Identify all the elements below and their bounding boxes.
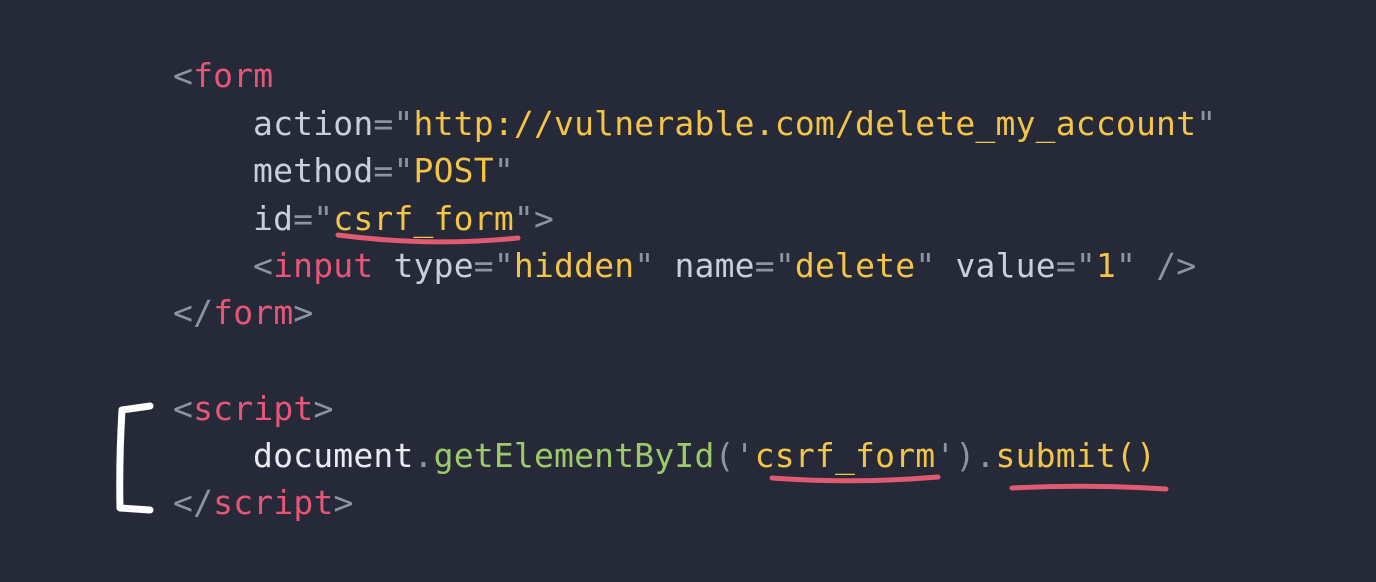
underline-id-value xyxy=(335,232,521,245)
underline-submit xyxy=(1009,483,1169,492)
underline-js-argument xyxy=(769,474,941,484)
bracket-annotation xyxy=(116,402,154,514)
annotation-overlay xyxy=(116,232,1169,514)
